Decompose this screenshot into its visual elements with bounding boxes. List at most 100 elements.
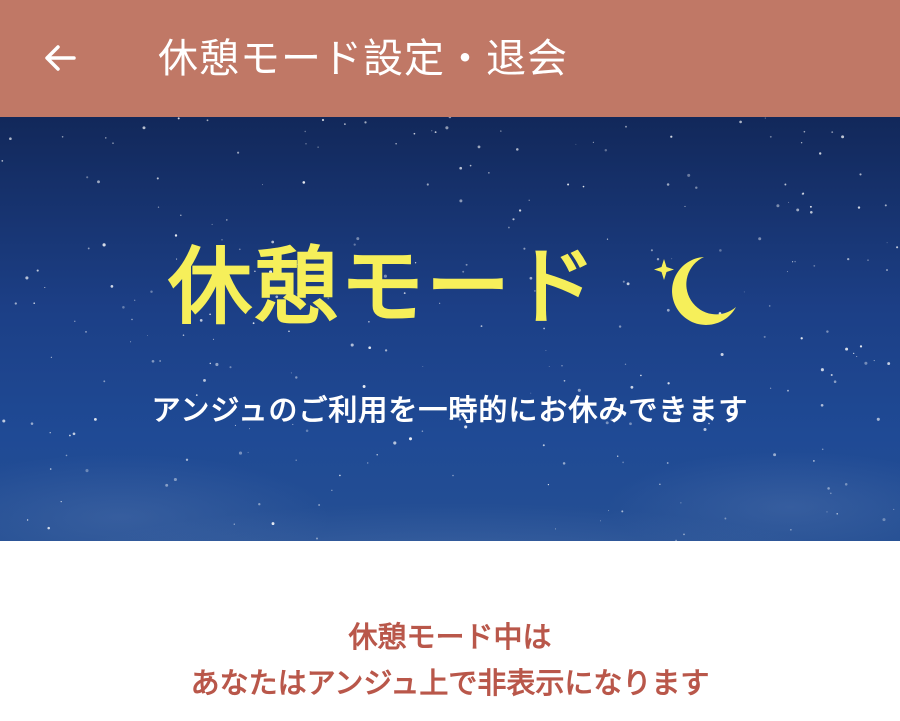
star-dot	[831, 131, 834, 133]
star-dot	[884, 204, 887, 207]
star-dot	[315, 537, 319, 540]
star-dot	[786, 271, 788, 273]
star-dot	[146, 335, 148, 336]
page-title: 休憩モード設定・退会	[158, 36, 568, 82]
star-dot	[528, 199, 530, 201]
star-dot	[857, 206, 861, 209]
star-dot	[542, 444, 545, 447]
star-dot	[867, 259, 869, 261]
star-dot	[604, 149, 608, 152]
star-dot	[792, 261, 794, 263]
star-dot	[69, 434, 71, 437]
star-dot	[431, 130, 433, 132]
star-dot	[621, 510, 624, 513]
star-dot	[600, 520, 601, 522]
star-dot	[97, 180, 100, 184]
star-dot	[847, 257, 850, 261]
star-dot	[680, 502, 682, 504]
star-dot	[261, 184, 264, 186]
star-dot	[739, 120, 742, 124]
app-screen: 休憩モード設定・退会 休憩モード アンジュのご利用を一時的にお休みできます 休憩…	[0, 0, 900, 721]
back-button[interactable]	[30, 28, 90, 88]
star-dot	[820, 368, 824, 372]
star-dot	[500, 130, 502, 132]
star-dot	[49, 468, 52, 470]
star-dot	[684, 205, 686, 207]
star-dot	[459, 166, 463, 170]
star-dot	[364, 121, 367, 124]
star-dot	[575, 143, 577, 145]
star-dot	[809, 210, 813, 214]
star-dot	[156, 177, 159, 180]
star-dot	[630, 385, 634, 389]
star-dot	[49, 432, 51, 434]
star-dot	[413, 132, 416, 135]
notice-line-2: あなたはアンジュ上で非表示になります	[190, 666, 710, 700]
star-dot	[582, 185, 585, 188]
star-dot	[238, 451, 243, 455]
star-dot	[215, 362, 219, 367]
star-dot	[695, 186, 698, 189]
star-dot	[225, 219, 228, 221]
star-dot	[295, 376, 298, 379]
star-dot	[14, 302, 17, 305]
star-dot	[844, 483, 848, 486]
star-dot	[796, 208, 800, 212]
star-dot	[50, 356, 53, 358]
star-dot	[826, 511, 828, 513]
star-dot	[395, 143, 397, 145]
star-dot	[606, 238, 609, 240]
star-dot	[687, 173, 691, 177]
star-dot	[237, 151, 240, 154]
star-dot	[488, 172, 490, 174]
star-dot	[85, 331, 87, 333]
star-dot	[813, 460, 815, 462]
arrow-left-icon	[45, 45, 76, 71]
star-dot	[452, 474, 454, 477]
star-dot	[376, 454, 378, 456]
star-dot	[626, 282, 630, 286]
star-dot	[130, 341, 132, 343]
star-dot	[203, 378, 206, 382]
star-dot	[321, 118, 325, 122]
star-dot	[206, 119, 209, 122]
star-dot	[60, 500, 62, 503]
star-dot	[896, 246, 899, 249]
star-dot	[516, 148, 519, 151]
banner-title: 休憩モード	[168, 238, 599, 336]
banner-subtitle: アンジュのご利用を一時的にお休みできます	[151, 393, 749, 427]
star-dot	[886, 269, 888, 271]
star-dot	[1, 160, 4, 162]
star-dot	[833, 380, 837, 383]
star-dot	[305, 142, 307, 145]
crescent-moon-icon	[654, 257, 736, 325]
star-dot	[477, 145, 481, 149]
star-dot	[344, 123, 346, 125]
star-dot	[518, 209, 522, 212]
star-dot	[134, 299, 136, 301]
star-dot	[624, 363, 627, 365]
star-dot	[258, 503, 261, 506]
star-dot	[331, 489, 333, 491]
star-dot	[773, 453, 777, 457]
star-dot	[33, 302, 36, 305]
star-dot	[547, 484, 550, 486]
star-dot	[366, 462, 369, 464]
star-dot	[769, 135, 772, 138]
star-dot	[794, 260, 796, 263]
star-dot	[567, 183, 570, 186]
star-dot	[622, 461, 624, 464]
star-dot	[873, 360, 875, 362]
star-dot	[362, 385, 366, 388]
star-dot	[887, 362, 891, 366]
rest-mode-notice: 休憩モード中は あなたはアンジュ上で非表示になります	[0, 614, 900, 706]
star-dot	[666, 183, 670, 186]
star-dot	[26, 519, 29, 521]
star-dot	[622, 280, 625, 283]
star-dot	[393, 441, 397, 445]
star-dot	[72, 432, 76, 436]
rest-mode-banner: 休憩モード アンジュのご利用を一時的にお休みできます	[0, 117, 900, 541]
star-dot	[74, 320, 76, 322]
star-dot	[856, 355, 858, 358]
star-dot	[25, 276, 29, 280]
